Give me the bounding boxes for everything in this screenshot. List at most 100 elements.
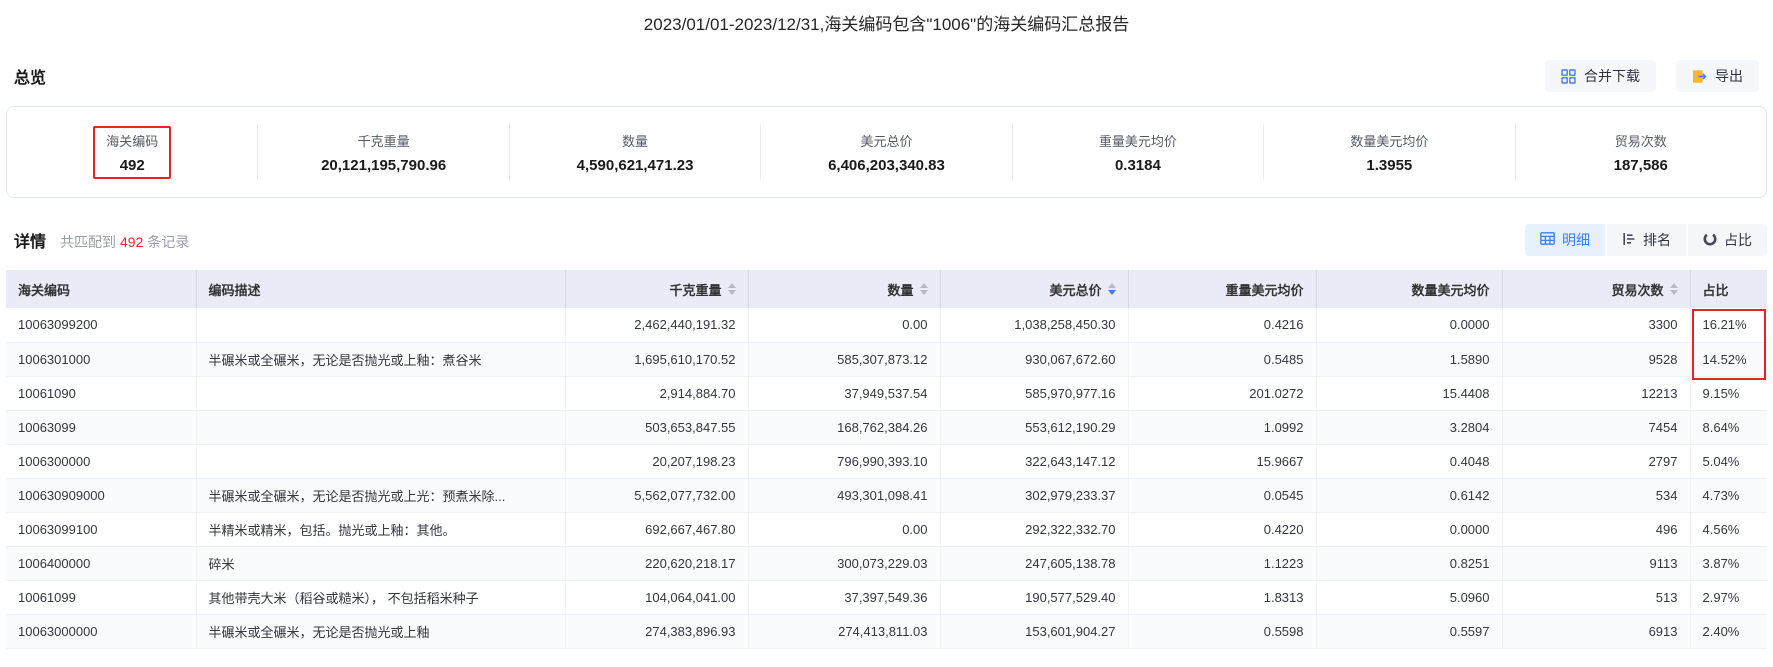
column-header-desc: 编码描述 [196,270,565,308]
cell-qty: 37,397,549.36 [748,580,940,614]
table-row: 100630909000半碾米或全碾米，无论是否抛光或上光：预煮米除...5,5… [6,478,1767,512]
match-count: 492 [116,234,147,250]
cell-qty: 493,301,098.41 [748,478,940,512]
cell-kg_avg: 1.1223 [1128,546,1316,580]
cell-qty_avg: 3.2804 [1316,410,1502,444]
cell-kg_avg: 0.0545 [1128,478,1316,512]
cell-qty_avg: 0.0000 [1316,308,1502,342]
cell-usd: 247,605,138.78 [940,546,1128,580]
table-row: 1006400000碎米220,620,218.17300,073,229.03… [6,546,1767,580]
match-summary: 共匹配到492条记录 [60,232,189,252]
merge-download-button[interactable]: 合并下载 [1545,60,1656,92]
cell-qty_avg: 1.5890 [1316,342,1502,376]
details-table: 海关编码编码描述千克重量数量美元总价重量美元均价数量美元均价贸易次数占比 100… [6,270,1767,649]
details-header-row: 详情 共匹配到492条记录 明细 [0,224,1773,256]
column-label: 美元总价 [1049,280,1101,299]
merge-download-label: 合并下载 [1584,66,1640,86]
cell-kg_avg: 15.9667 [1128,444,1316,478]
cell-share: 3.87% [1690,546,1767,580]
cell-usd: 322,643,147.12 [940,444,1128,478]
sort-carets-icon[interactable] [728,283,736,295]
stat-value: 6,406,203,340.83 [828,157,945,174]
table-icon [1540,232,1555,248]
cell-qty_avg: 0.8251 [1316,546,1502,580]
cell-trades: 534 [1502,478,1690,512]
stat-value: 20,121,195,790.96 [321,157,446,174]
column-header-kg_avg: 重量美元均价 [1128,270,1316,308]
cell-usd: 292,322,332.70 [940,512,1128,546]
cell-trades: 12213 [1502,376,1690,410]
tab-detail[interactable]: 明细 [1525,224,1605,256]
cell-code: 10061099 [6,580,196,614]
tab-detail-label: 明细 [1562,230,1590,250]
cell-kg: 503,653,847.55 [565,410,748,444]
cell-kg_avg: 1.8313 [1128,580,1316,614]
column-label: 数量 [887,280,913,299]
stat-value: 492 [106,157,158,174]
table-row: 10061099其他带壳大米（稻谷或糙米）， 不包括稻米种子104,064,04… [6,580,1767,614]
sort-carets-icon[interactable] [920,283,928,295]
export-button[interactable]: 导出 [1676,60,1759,92]
cell-trades: 6913 [1502,614,1690,648]
cell-usd: 930,067,672.60 [940,342,1128,376]
stat-inner: 美元总价6,406,203,340.83 [815,126,958,179]
cell-trades: 9528 [1502,342,1690,376]
stat-inner: 数量美元均价1.3955 [1337,126,1441,179]
cell-trades: 513 [1502,580,1690,614]
cell-kg_avg: 0.5485 [1128,342,1316,376]
cell-qty: 796,990,393.10 [748,444,940,478]
cell-kg: 2,462,440,191.32 [565,308,748,342]
cell-qty: 168,762,384.26 [748,410,940,444]
cell-share: 8.64% [1690,410,1767,444]
column-label: 贸易次数 [1611,280,1663,299]
cell-code: 10063000000 [6,614,196,648]
cell-code: 100630909000 [6,478,196,512]
cell-qty: 0.00 [748,512,940,546]
column-label: 数量美元均价 [1411,280,1489,299]
stat-inner: 千克重量 20,121,195,790.96 [308,126,459,179]
stat-label: 海关编码 [106,131,158,150]
cell-qty_avg: 5.0960 [1316,580,1502,614]
cell-code: 1006300000 [6,444,196,478]
cell-qty: 0.00 [748,308,940,342]
pie-icon [1703,232,1717,249]
cell-kg: 1,695,610,170.52 [565,342,748,376]
column-header-code: 海关编码 [6,270,196,308]
cell-kg: 2,914,884.70 [565,376,748,410]
column-label: 重量美元均价 [1225,280,1303,299]
column-header-qty[interactable]: 数量 [748,270,940,308]
match-suffix: 条记录 [147,234,189,250]
report-page: 2023/01/01-2023/12/31,海关编码包含"1006"的海关编码汇… [0,0,1773,667]
cell-share: 14.52% [1690,342,1767,376]
cell-share: 5.04% [1690,444,1767,478]
top-buttons: 合并下载 导出 [1545,60,1759,92]
cell-kg_avg: 0.4220 [1128,512,1316,546]
stat-label: 千克重量 [321,131,446,150]
column-header-trades[interactable]: 贸易次数 [1502,270,1690,308]
stat-label: 数量 [577,131,694,150]
cell-kg: 104,064,041.00 [565,580,748,614]
table-row: 100630000020,207,198.23796,990,393.10322… [6,444,1767,478]
cell-usd: 153,601,904.27 [940,614,1128,648]
match-prefix: 共匹配到 [60,234,116,250]
tab-share[interactable]: 占比 [1688,224,1767,256]
column-header-usd[interactable]: 美元总价 [940,270,1128,308]
overview-stat: 贸易次数187,586 [1516,124,1766,180]
cell-desc [196,376,565,410]
sort-carets-icon[interactable] [1670,283,1678,295]
cell-kg: 220,620,218.17 [565,546,748,580]
cell-qty_avg: 0.4048 [1316,444,1502,478]
cell-usd: 585,970,977.16 [940,376,1128,410]
table-row: 10063099100半精米或精米，包括。抛光或上釉：其他。692,667,46… [6,512,1767,546]
table-row: 1006301000半碾米或全碾米，无论是否抛光或上釉：煮谷米1,695,610… [6,342,1767,376]
column-header-kg[interactable]: 千克重量 [565,270,748,308]
stat-value: 1.3955 [1350,157,1428,174]
cell-desc [196,410,565,444]
sort-carets-icon[interactable] [1108,283,1116,295]
stat-inner: 贸易次数187,586 [1601,126,1681,179]
cell-qty_avg: 15.4408 [1316,376,1502,410]
customs-code-highlight-box: 海关编码 492 [93,126,171,179]
cell-usd: 302,979,233.37 [940,478,1128,512]
tab-ranking[interactable]: 排名 [1607,224,1686,256]
page-title: 2023/01/01-2023/12/31,海关编码包含"1006"的海关编码汇… [0,0,1773,38]
